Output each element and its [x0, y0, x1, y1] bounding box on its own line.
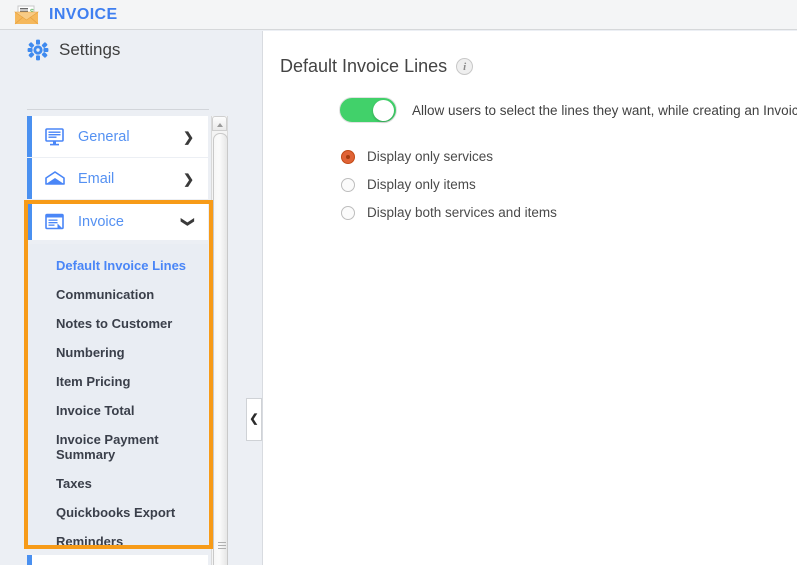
chevron-right-icon: ❯ [183, 171, 194, 186]
app-window: $ INVOICE [0, 0, 797, 565]
submenu-item-default-invoice-lines[interactable]: Default Invoice Lines [56, 258, 196, 273]
radio-row-display-only-items[interactable]: Display only items [341, 177, 557, 192]
invoice-window-icon [44, 213, 66, 231]
page-title-text: Default Invoice Lines [280, 56, 448, 76]
submenu-item-taxes[interactable]: Taxes [56, 476, 196, 491]
sidebar-item-payments[interactable]: Payments ❯ [27, 555, 208, 565]
sidebar-nav: General ❯ Email ❯ [27, 116, 208, 200]
display-mode-radio-group: Display only services Display only items… [341, 149, 557, 233]
radio-label: Display only services [367, 149, 494, 164]
sidebar-scrollbar[interactable] [211, 116, 228, 565]
settings-header: Settings [0, 31, 222, 69]
radio-row-display-both-services-and-items[interactable]: Display both services and items [341, 205, 557, 220]
submenu-item-notes-to-customer[interactable]: Notes to Customer [56, 316, 196, 331]
active-accent-bar [27, 200, 32, 240]
scrollbar-thumb[interactable] [213, 133, 228, 565]
chevron-right-icon: ❯ [183, 129, 194, 144]
sidebar-item-general[interactable]: General ❯ [27, 116, 208, 157]
sidebar-item-invoice[interactable]: Invoice ❯ [27, 200, 208, 240]
allow-line-selection-toggle[interactable] [339, 97, 397, 123]
radio-button[interactable] [341, 177, 355, 192]
monitor-icon [44, 127, 66, 146]
submenu-item-quickbooks-export[interactable]: Quickbooks Export [56, 505, 196, 520]
toggle-knob [373, 99, 394, 121]
radio-button[interactable] [341, 205, 355, 220]
radio-button-selected[interactable] [341, 149, 355, 164]
envelope-invoice-icon: $ [14, 5, 40, 25]
gear-icon [27, 39, 49, 61]
submenu-item-item-pricing[interactable]: Item Pricing [56, 374, 196, 389]
main-content-panel: Default Invoice Lines i Allow users to s… [262, 31, 797, 565]
scrollbar-grip-icon [218, 542, 226, 549]
chevron-left-icon: ❮ [249, 413, 259, 425]
info-icon[interactable]: i [456, 58, 474, 75]
radio-label: Display only items [367, 177, 476, 192]
sidebar-item-label: General [78, 128, 130, 145]
submenu-item-communication[interactable]: Communication [56, 287, 196, 302]
submenu-item-numbering[interactable]: Numbering [56, 345, 196, 360]
chevron-down-icon: ❯ [181, 216, 197, 227]
radio-label: Display both services and items [367, 205, 557, 220]
settings-title: Settings [59, 40, 121, 59]
submenu-item-reminders[interactable]: Reminders [56, 534, 196, 549]
sidebar-item-email[interactable]: Email ❯ [27, 158, 208, 199]
scroll-up-button[interactable] [212, 116, 227, 131]
active-accent-bar [27, 555, 32, 565]
invoice-submenu: Default Invoice Lines Communication Note… [27, 244, 208, 549]
active-accent-bar [27, 116, 32, 157]
allow-line-selection-row: Allow users to select the lines they wan… [339, 97, 797, 123]
submenu-item-invoice-total[interactable]: Invoice Total [56, 403, 196, 418]
sidebar-item-label: Invoice [78, 213, 124, 230]
open-envelope-icon [44, 170, 66, 188]
page-title: Default Invoice Lines i [280, 56, 474, 77]
active-accent-bar [27, 158, 32, 199]
top-header-bar: $ INVOICE [0, 0, 797, 30]
sidebar-item-label: Email [78, 170, 115, 187]
brand-title: INVOICE [49, 5, 118, 23]
settings-sidebar: Settings General ❯ Email ❯ Invoice ❯ Def… [0, 31, 262, 565]
toggle-description: Allow users to select the lines they wan… [412, 102, 797, 118]
divider [27, 109, 209, 110]
sidebar-collapse-handle[interactable]: ❮ [246, 398, 262, 441]
submenu-item-invoice-payment-summary[interactable]: Invoice Payment Summary [56, 432, 196, 462]
radio-row-display-only-services[interactable]: Display only services [341, 149, 557, 164]
